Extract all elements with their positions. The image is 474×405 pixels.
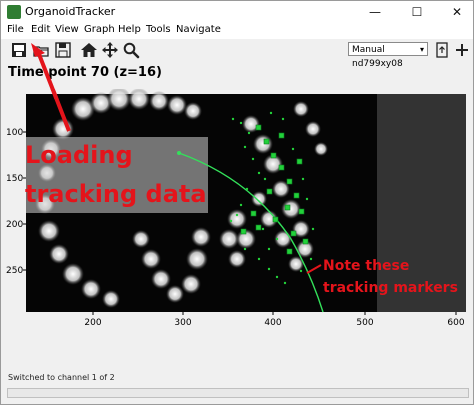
menu-edit[interactable]: Edit <box>31 24 50 35</box>
track-start-marker <box>177 151 181 155</box>
x-tick-label: 200 <box>84 318 101 328</box>
y-tick-label: 200 <box>6 220 23 230</box>
menu-help[interactable]: Help <box>118 24 141 35</box>
window-title: OrganoidTracker <box>25 5 116 18</box>
y-axis: 100 150 200 250 <box>6 128 26 276</box>
menu-file[interactable]: File <box>7 24 24 35</box>
menu-tools[interactable]: Tools <box>146 24 171 35</box>
title-bar: OrganoidTracker — ☐ ✕ <box>1 1 473 23</box>
export-icon[interactable] <box>433 41 451 59</box>
minimize-button[interactable]: — <box>361 1 389 23</box>
x-tick-label: 400 <box>264 318 281 328</box>
app-icon <box>7 5 21 19</box>
markers-annotation-line2: tracking markers <box>323 280 458 296</box>
y-tick-label: 250 <box>6 266 23 276</box>
image-viewer[interactable]: 100 150 200 250 200 300 400 500 600 Load… <box>1 58 473 329</box>
menu-view[interactable]: View <box>55 24 79 35</box>
menu-bar: File Edit View Graph Help Tools Navigate <box>1 23 473 39</box>
loading-annotation-line1: Loading <box>25 141 133 169</box>
chevron-down-icon: ▾ <box>419 45 424 54</box>
y-tick-label: 100 <box>6 128 23 138</box>
add-icon[interactable] <box>453 41 471 59</box>
dataset-select[interactable]: Manual nd799xy08 ▾ <box>348 42 428 69</box>
x-axis: 200 300 400 500 600 <box>84 312 465 328</box>
status-message: Switched to channel 1 of 2 <box>8 373 115 382</box>
close-button[interactable]: ✕ <box>443 1 471 23</box>
loading-annotation-line2: tracking data <box>25 180 207 208</box>
zoom-icon[interactable] <box>122 41 140 59</box>
maximize-button[interactable]: ☐ <box>403 1 431 23</box>
menu-navigate[interactable]: Navigate <box>176 24 221 35</box>
menu-graph[interactable]: Graph <box>84 24 115 35</box>
markers-annotation-line1: Note these <box>323 258 409 274</box>
x-tick-label: 500 <box>356 318 373 328</box>
annotation-arrowhead <box>31 43 59 99</box>
status-bar <box>7 388 469 398</box>
y-tick-label: 150 <box>6 174 23 184</box>
app-window: OrganoidTracker — ☐ ✕ File Edit View Gra… <box>0 0 474 405</box>
dataset-select-value: Manual nd799xy08 <box>352 45 403 69</box>
x-tick-label: 300 <box>174 318 191 328</box>
x-tick-label: 600 <box>447 318 464 328</box>
